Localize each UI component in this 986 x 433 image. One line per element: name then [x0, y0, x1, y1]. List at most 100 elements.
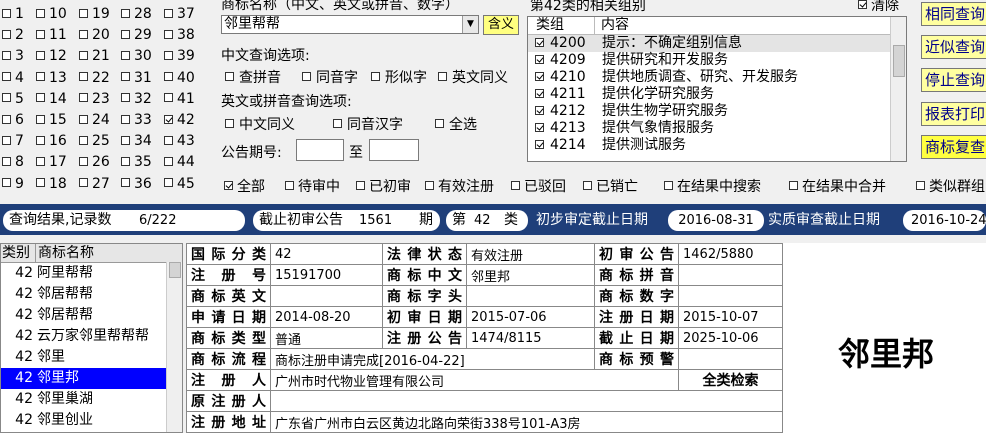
checkbox-box[interactable]	[438, 72, 447, 81]
cn-option-0[interactable]: 查拼音	[225, 67, 281, 87]
group-row[interactable]: 4211 提供化学研究服务	[528, 86, 906, 103]
result-row[interactable]: 42 邻里邦	[1, 368, 182, 389]
filter-option-3[interactable]: 有效注册	[425, 176, 494, 196]
checkbox-box[interactable]	[224, 181, 233, 190]
class-checkbox-1[interactable]: 1	[2, 6, 24, 22]
class-checkbox-24[interactable]: 24	[79, 112, 110, 128]
checkbox-box[interactable]	[2, 72, 11, 82]
result-row[interactable]: 42 阿里帮帮	[1, 263, 182, 284]
class-checkbox-17[interactable]: 17	[36, 154, 67, 170]
checkbox-box[interactable]	[535, 72, 544, 81]
class-checkbox-33[interactable]: 33	[121, 112, 152, 128]
period-from-input[interactable]	[296, 139, 344, 161]
checkbox-box[interactable]	[164, 114, 173, 124]
filter-option-8[interactable]: 类似群组	[916, 176, 985, 196]
checkbox-box[interactable]	[121, 114, 130, 124]
checkbox-box[interactable]	[333, 119, 342, 128]
checkbox-box[interactable]	[164, 29, 173, 39]
class-checkbox-8[interactable]: 8	[2, 154, 24, 170]
class-checkbox-4[interactable]: 4	[2, 70, 24, 86]
checkbox-box[interactable]	[79, 93, 88, 103]
action-button-0[interactable]: 相同查询	[921, 2, 986, 26]
checkbox-box[interactable]	[79, 72, 88, 82]
checkbox-box[interactable]	[79, 114, 88, 124]
class-checkbox-6[interactable]: 6	[2, 112, 24, 128]
class-checkbox-18[interactable]: 18	[36, 176, 67, 192]
all-class-search-button[interactable]: 全类检索	[678, 369, 783, 391]
checkbox-box[interactable]	[121, 135, 130, 145]
checkbox-box[interactable]	[789, 181, 798, 190]
checkbox-box[interactable]	[2, 93, 11, 103]
result-row[interactable]: 42 云万家邻里帮帮帮	[1, 326, 182, 347]
checkbox-box[interactable]	[2, 156, 11, 166]
en-option-0[interactable]: 中文同义	[225, 114, 295, 134]
results-col-class[interactable]: 类别	[2, 244, 30, 262]
action-button-3[interactable]: 报表打印	[921, 102, 986, 126]
cn-option-3[interactable]: 英文同义	[438, 67, 508, 87]
clear-checkbox[interactable]: 清除	[858, 0, 899, 15]
checkbox-box[interactable]	[2, 178, 11, 188]
class-checkbox-43[interactable]: 43	[164, 133, 195, 149]
class-checkbox-26[interactable]: 26	[79, 154, 110, 170]
checkbox-box[interactable]	[164, 135, 173, 145]
checkbox-box[interactable]	[79, 135, 88, 145]
result-row[interactable]: 42 邻居帮帮	[1, 305, 182, 326]
checkbox-box[interactable]	[916, 181, 925, 190]
en-option-2[interactable]: 全选	[435, 114, 477, 134]
class-checkbox-34[interactable]: 34	[121, 133, 152, 149]
class-checkbox-10[interactable]: 10	[36, 6, 67, 22]
checkbox-box[interactable]	[535, 123, 544, 132]
checkbox-box[interactable]	[225, 72, 234, 81]
class-checkbox-16[interactable]: 16	[36, 133, 67, 149]
results-list[interactable]: 类别 商标名称 42 阿里帮帮 42 邻居帮帮 42 邻居帮帮 42 云万家邻里帮帮帮 42 邻里…	[0, 243, 183, 433]
class-checkbox-31[interactable]: 31	[121, 70, 152, 86]
filter-option-7[interactable]: 在结果中合并	[789, 176, 886, 196]
class-checkbox-45[interactable]: 45	[164, 176, 195, 192]
filter-option-1[interactable]: 待审中	[285, 176, 340, 196]
class-checkbox-41[interactable]: 41	[164, 91, 195, 107]
class-checkbox-14[interactable]: 14	[36, 91, 67, 107]
checkbox-box[interactable]	[36, 114, 45, 124]
result-row[interactable]: 42 邻里	[1, 347, 182, 368]
checkbox-box[interactable]	[225, 119, 234, 128]
group-row[interactable]: 4212 提供生物学研究服务	[528, 103, 906, 120]
class-checkbox-20[interactable]: 20	[79, 27, 110, 43]
class-checkbox-5[interactable]: 5	[2, 91, 24, 107]
class-checkbox-36[interactable]: 36	[121, 176, 152, 192]
checkbox-box[interactable]	[2, 114, 11, 124]
checkbox-box[interactable]	[121, 93, 130, 103]
group-list[interactable]: 类组 内容 4200 提示：不确定组别信息 4209 提供研究和开发服务 4210 提供地…	[527, 16, 907, 162]
checkbox-box[interactable]	[79, 156, 88, 166]
checkbox-box[interactable]	[79, 8, 88, 18]
checkbox-box[interactable]	[302, 72, 311, 81]
checkbox-box[interactable]	[164, 50, 173, 60]
checkbox-box[interactable]	[36, 156, 45, 166]
group-row[interactable]: 4210 提供地质调查、研究、开发服务	[528, 69, 906, 86]
cn-option-1[interactable]: 同音字	[302, 67, 358, 87]
clear-checkbox-box[interactable]	[858, 0, 867, 9]
checkbox-box[interactable]	[2, 50, 11, 60]
class-checkbox-25[interactable]: 25	[79, 133, 110, 149]
class-checkbox-13[interactable]: 13	[36, 70, 67, 86]
checkbox-box[interactable]	[535, 38, 544, 47]
filter-option-2[interactable]: 已初审	[356, 176, 411, 196]
filter-option-4[interactable]: 已驳回	[511, 176, 566, 196]
results-col-name[interactable]: 商标名称	[35, 244, 94, 262]
class-checkbox-37[interactable]: 37	[164, 6, 195, 22]
checkbox-box[interactable]	[121, 8, 130, 18]
results-scrollbar[interactable]	[166, 262, 182, 432]
filter-option-0[interactable]: 全部	[224, 176, 265, 196]
period-to-input[interactable]	[369, 139, 419, 161]
class-checkbox-9[interactable]: 9	[2, 176, 24, 192]
class-checkbox-23[interactable]: 23	[79, 91, 110, 107]
checkbox-box[interactable]	[36, 8, 45, 18]
checkbox-box[interactable]	[121, 50, 130, 60]
checkbox-box[interactable]	[36, 178, 45, 188]
include-meaning-button[interactable]: 含义	[483, 15, 519, 35]
checkbox-box[interactable]	[535, 140, 544, 149]
class-checkbox-28[interactable]: 28	[121, 6, 152, 22]
checkbox-box[interactable]	[36, 93, 45, 103]
action-button-4[interactable]: 商标复查	[921, 135, 986, 159]
checkbox-box[interactable]	[79, 50, 88, 60]
dropdown-arrow-icon[interactable]: ▼	[462, 16, 478, 33]
